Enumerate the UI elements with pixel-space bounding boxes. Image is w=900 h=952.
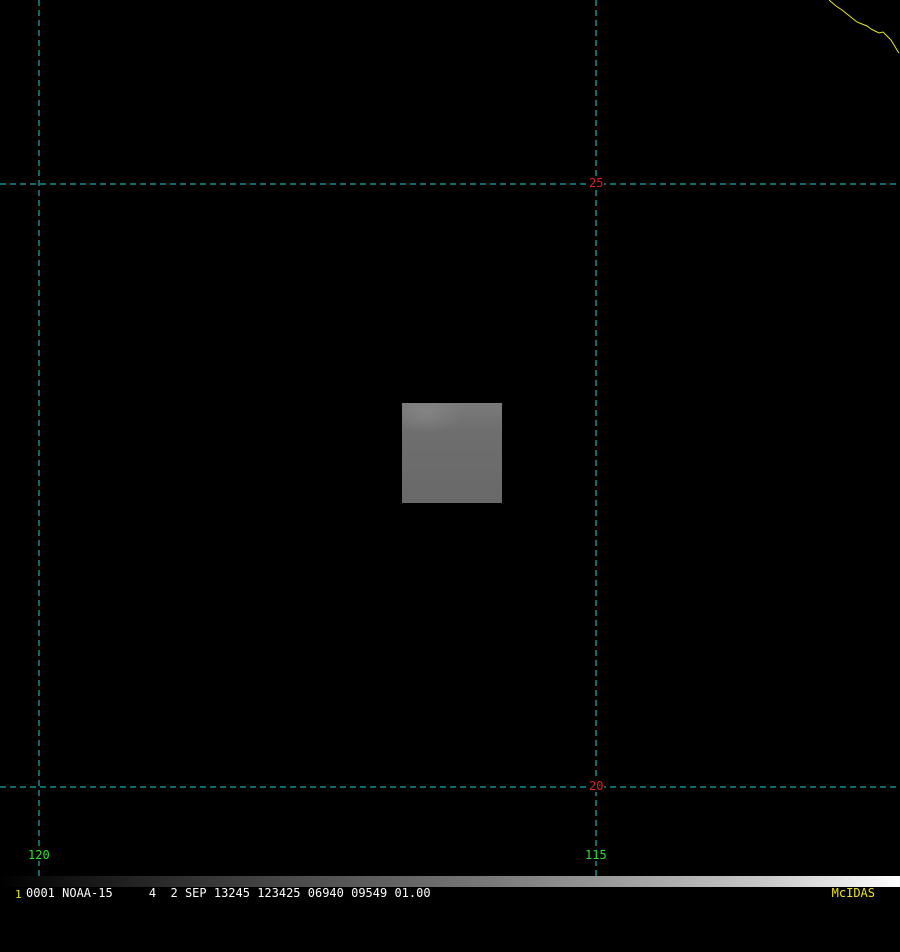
status-bar: 1 0001 NOAA-15 4 2 SEP 13245 123425 0694… <box>0 876 900 901</box>
latitude-label-20: 20 <box>588 779 605 793</box>
latitude-label-25: 25 <box>588 176 605 190</box>
coastline <box>828 0 900 54</box>
frame-number: 1 <box>15 888 22 901</box>
image-info-text: 0001 NOAA-15 4 2 SEP 13245 123425 06940 … <box>26 886 431 900</box>
longitude-label-120: 120 <box>27 848 51 862</box>
mcidas-brand-label: McIDAS <box>831 886 875 900</box>
longitude-label-115: 115 <box>584 848 608 862</box>
image-info-line: 1 0001 NOAA-15 4 2 SEP 13245 123425 0694… <box>0 886 900 901</box>
satellite-image-viewport[interactable]: 25 20 120 115 <box>0 0 900 900</box>
satellite-image-patch <box>402 403 502 503</box>
